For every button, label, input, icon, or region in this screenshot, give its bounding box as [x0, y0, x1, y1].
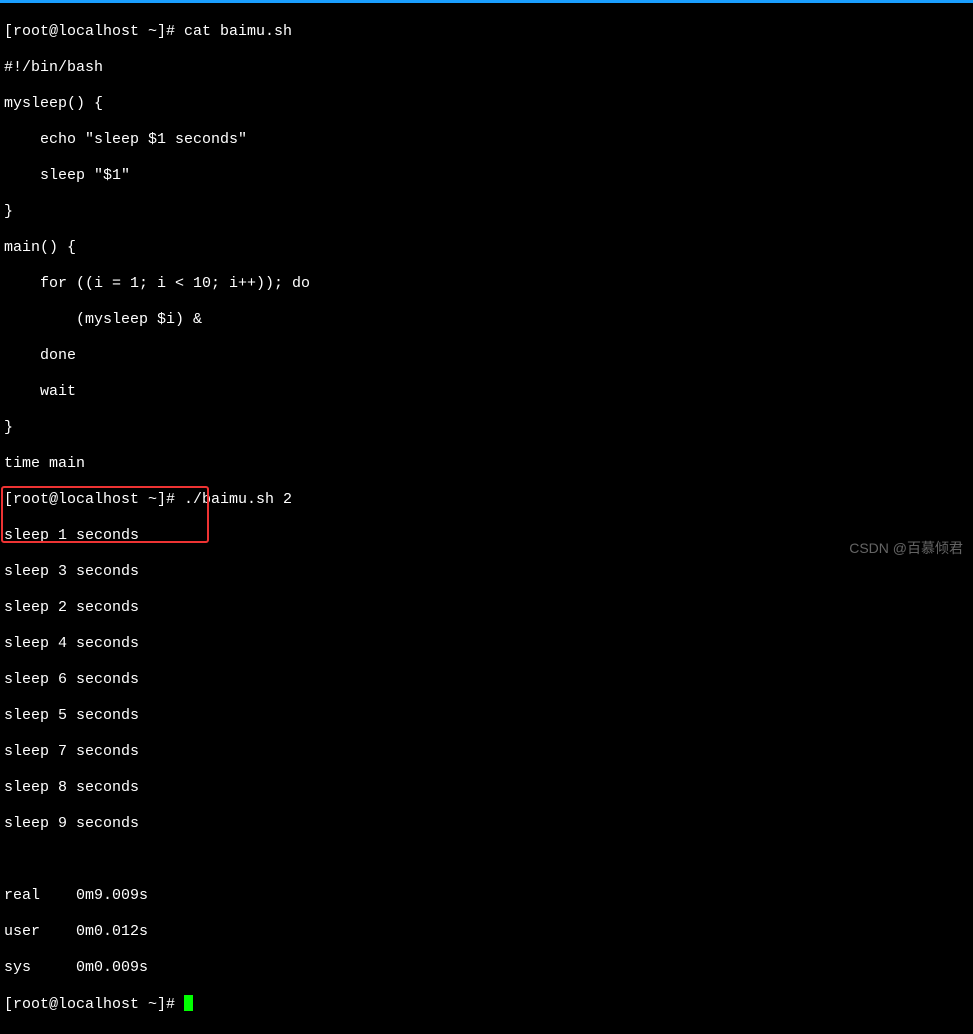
- script-line: }: [4, 419, 969, 437]
- script-line: (mysleep $i) &: [4, 311, 969, 329]
- prompt-text: [root@localhost ~]#: [4, 996, 184, 1013]
- output-line: sleep 2 seconds: [4, 599, 969, 617]
- prompt-line-run: [root@localhost ~]# ./baimu.sh 2: [4, 491, 969, 509]
- blank-line: [4, 851, 969, 869]
- script-line: for ((i = 1; i < 10; i++)); do: [4, 275, 969, 293]
- time-user: user 0m0.012s: [4, 923, 969, 941]
- prompt-line-cat: [root@localhost ~]# cat baimu.sh: [4, 23, 969, 41]
- output-line: sleep 7 seconds: [4, 743, 969, 761]
- prompt-line-idle[interactable]: [root@localhost ~]#: [4, 995, 969, 1014]
- script-line: }: [4, 203, 969, 221]
- time-real: real 0m9.009s: [4, 887, 969, 905]
- script-line: main() {: [4, 239, 969, 257]
- script-line: #!/bin/bash: [4, 59, 969, 77]
- time-sys: sys 0m0.009s: [4, 959, 969, 977]
- output-line: sleep 6 seconds: [4, 671, 969, 689]
- script-line: wait: [4, 383, 969, 401]
- output-line: sleep 3 seconds: [4, 563, 969, 581]
- output-line: sleep 5 seconds: [4, 707, 969, 725]
- script-line: echo "sleep $1 seconds": [4, 131, 969, 149]
- script-line: mysleep() {: [4, 95, 969, 113]
- script-line: sleep "$1": [4, 167, 969, 185]
- output-line: sleep 4 seconds: [4, 635, 969, 653]
- cursor-block: [184, 995, 193, 1011]
- terminal-output[interactable]: [root@localhost ~]# cat baimu.sh #!/bin/…: [0, 3, 973, 1034]
- output-line: sleep 9 seconds: [4, 815, 969, 833]
- script-line: time main: [4, 455, 969, 473]
- script-line: done: [4, 347, 969, 365]
- output-line: sleep 1 seconds: [4, 527, 969, 545]
- output-line: sleep 8 seconds: [4, 779, 969, 797]
